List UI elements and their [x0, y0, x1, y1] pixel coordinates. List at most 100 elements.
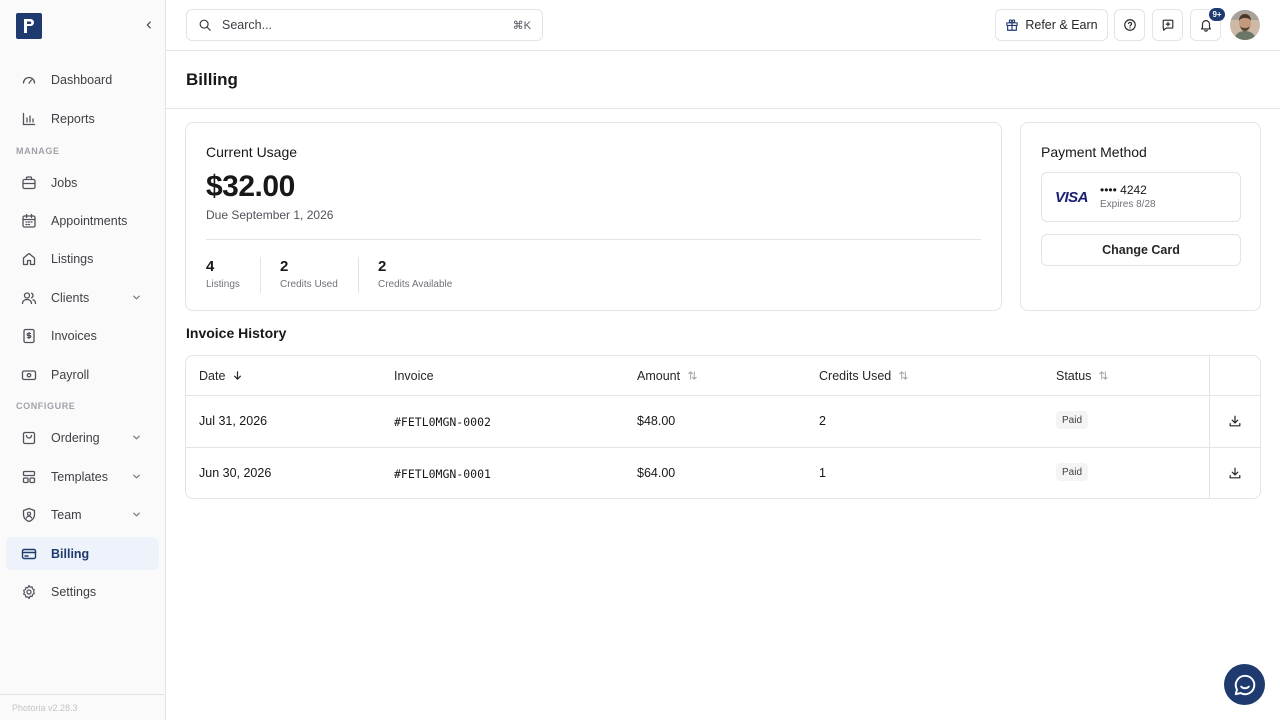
- stat-value: 2: [378, 258, 387, 275]
- shield-user-icon: [22, 507, 36, 522]
- payment-method-label: Payment Method: [1041, 144, 1147, 160]
- sidebar-item-label: Billing: [51, 546, 90, 561]
- current-usage-amount: $32.00: [206, 170, 295, 203]
- cell-date: Jul 31, 2026: [199, 414, 268, 428]
- sidebar-item-label: Reports: [51, 111, 95, 126]
- refer-earn-button[interactable]: Refer & Earn: [995, 9, 1108, 41]
- bar-chart-icon: [22, 112, 36, 125]
- avatar-photo-icon: [1230, 10, 1260, 40]
- gear-icon: [23, 584, 35, 599]
- help-button[interactable]: [1114, 9, 1145, 41]
- invoice-table: Date Invoice Amount Credits Used Status …: [185, 355, 1261, 499]
- gauge-icon: [22, 76, 36, 84]
- header-divider: [166, 108, 1280, 109]
- sort-icon: [688, 371, 697, 380]
- download-icon[interactable]: [1228, 466, 1242, 480]
- change-card-button[interactable]: Change Card: [1041, 234, 1241, 266]
- sidebar-item-team[interactable]: Team: [6, 498, 159, 531]
- saved-card: VISA •••• 4242 Expires 8/28: [1041, 172, 1241, 222]
- briefcase-icon: [22, 175, 36, 189]
- column-header-date[interactable]: Date: [199, 356, 243, 395]
- usage-divider: [206, 239, 981, 240]
- actions-column-divider: [1209, 356, 1210, 498]
- column-header-label: Credits Used: [819, 368, 892, 383]
- stat-divider: [260, 257, 261, 293]
- sidebar-item-settings[interactable]: Settings: [6, 575, 159, 608]
- sidebar-item-reports[interactable]: Reports: [6, 102, 159, 135]
- sidebar-item-payroll[interactable]: Payroll: [6, 358, 159, 391]
- support-chat-button[interactable]: [1224, 664, 1265, 705]
- sidebar-item-label: Team: [51, 507, 82, 522]
- app-version: Photoria v2.28.3: [0, 694, 165, 720]
- invoice-icon: [23, 328, 35, 343]
- sidebar-item-label: Appointments: [51, 213, 128, 228]
- sidebar-item-jobs[interactable]: Jobs: [6, 166, 159, 199]
- cell-credits-used: 2: [819, 414, 826, 428]
- feedback-button[interactable]: [1152, 9, 1183, 41]
- calendar-icon: [22, 213, 36, 228]
- download-icon[interactable]: [1228, 414, 1242, 428]
- sidebar-item-invoices[interactable]: Invoices: [6, 319, 159, 352]
- user-avatar[interactable]: [1230, 10, 1260, 40]
- status-badge: Paid: [1056, 411, 1089, 429]
- sidebar-item-label: Jobs: [51, 175, 78, 190]
- arrow-down-icon: [234, 371, 242, 380]
- column-header-status[interactable]: Status: [1056, 356, 1109, 395]
- stat-divider: [358, 257, 359, 293]
- cell-amount: $48.00: [637, 414, 676, 428]
- chevron-down-icon: [133, 435, 140, 440]
- column-header-label: Date: [199, 368, 226, 383]
- sidebar-item-label: Payroll: [51, 367, 90, 382]
- sidebar-item-billing[interactable]: Billing: [6, 537, 159, 570]
- column-header-label: Status: [1056, 368, 1092, 383]
- search-icon: [199, 19, 211, 31]
- sidebar-item-label: Invoices: [51, 328, 97, 343]
- sidebar-item-listings[interactable]: Listings: [6, 242, 159, 275]
- current-usage-label: Current Usage: [206, 144, 298, 160]
- shopping-bag-icon: [22, 431, 36, 444]
- cell-invoice-number: #FETL0MGN-0001: [394, 467, 491, 481]
- sidebar-item-templates[interactable]: Templates: [6, 460, 159, 493]
- nav-section-manage: MANAGE: [16, 146, 60, 156]
- nav-section-configure: CONFIGURE: [16, 401, 76, 411]
- credit-card-icon: [21, 548, 37, 559]
- search-input[interactable]: Search... ⌘K: [186, 9, 543, 41]
- app-logo[interactable]: [16, 13, 42, 39]
- page-title: Billing: [186, 70, 238, 89]
- topbar: Search... ⌘K Refer & Earn 9+: [166, 0, 1280, 51]
- sort-icon: [1099, 371, 1109, 380]
- stat-credits-used: 2 Credits Used: [280, 258, 338, 290]
- column-header-invoice: Invoice: [394, 356, 434, 395]
- collapse-sidebar-button[interactable]: [140, 16, 158, 34]
- payment-method-card: Payment Method VISA •••• 4242 Expires 8/…: [1020, 122, 1261, 311]
- sidebar-item-label: Settings: [51, 584, 97, 599]
- sidebar-item-dashboard[interactable]: Dashboard: [6, 63, 159, 96]
- sidebar-item-clients[interactable]: Clients: [6, 281, 159, 314]
- chevron-down-icon: [133, 512, 140, 517]
- stat-value: 4: [206, 258, 215, 275]
- chevron-down-icon: [133, 295, 140, 300]
- chevron-down-icon: [133, 474, 140, 479]
- message-square-icon: [1162, 19, 1173, 31]
- column-header-credits-used[interactable]: Credits Used: [819, 356, 909, 395]
- cell-amount: $64.00: [637, 466, 676, 480]
- sidebar: Dashboard Reports MANAGE Jobs Appointmen…: [0, 0, 166, 720]
- current-usage-card: Current Usage $32.00 Due September 1, 20…: [185, 122, 1002, 311]
- card-number: •••• 4242: [1100, 183, 1147, 197]
- sidebar-item-ordering[interactable]: Ordering: [6, 421, 159, 454]
- chevron-left-icon: [146, 21, 151, 29]
- stat-label: Credits Available: [378, 279, 453, 290]
- sidebar-item-appointments[interactable]: Appointments: [6, 204, 159, 237]
- logo-mark-icon: [24, 19, 34, 33]
- search-placeholder: Search...: [222, 18, 273, 32]
- search-shortcut: ⌘K: [512, 20, 531, 32]
- stat-credits-available: 2 Credits Available: [378, 258, 452, 290]
- sidebar-item-label: Ordering: [51, 430, 100, 445]
- sidebar-item-label: Templates: [51, 469, 108, 484]
- cell-invoice-number: #FETL0MGN-0002: [394, 415, 491, 429]
- column-header-amount[interactable]: Amount: [637, 356, 698, 395]
- sidebar-item-label: Listings: [51, 251, 94, 266]
- users-icon: [21, 291, 37, 304]
- stat-label: Credits Used: [280, 279, 338, 290]
- column-header-label: Invoice: [394, 368, 434, 383]
